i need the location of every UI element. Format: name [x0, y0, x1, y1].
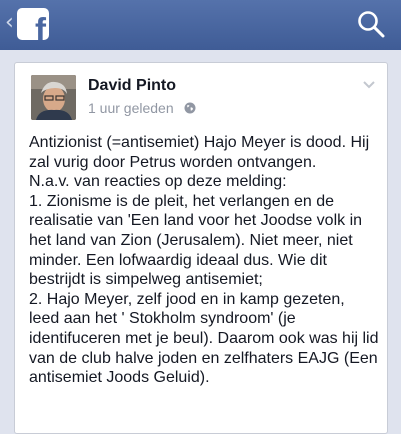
post-author-name[interactable]: David Pinto [88, 77, 176, 95]
facebook-logo-letter: f [35, 11, 46, 40]
top-navigation-bar: ‹ f [0, 0, 401, 50]
news-feed: David Pinto 1 uur geleden Antizionist (=… [0, 50, 401, 434]
search-icon[interactable] [357, 10, 385, 38]
post-text: Antizionist (=antisemiet) Hajo Meyer is … [29, 134, 379, 387]
post-timestamp[interactable]: 1 uur geleden [88, 100, 174, 116]
chevron-down-icon[interactable] [363, 81, 375, 89]
avatar[interactable] [31, 75, 76, 120]
facebook-logo-icon[interactable]: f [17, 8, 49, 40]
back-chevron-icon[interactable]: ‹ [5, 12, 14, 34]
globe-icon [184, 102, 196, 114]
post-card: David Pinto 1 uur geleden Antizionist (=… [14, 62, 388, 434]
